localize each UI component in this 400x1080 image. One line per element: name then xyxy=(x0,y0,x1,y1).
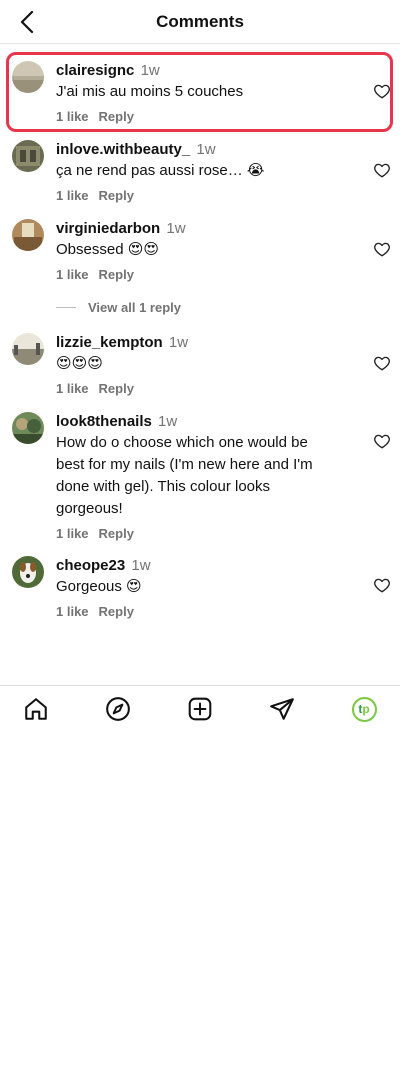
comment-text: ça ne rend pas aussi rose… 😭 xyxy=(56,162,265,179)
heart-icon[interactable] xyxy=(373,82,391,100)
avatar[interactable] xyxy=(12,556,44,588)
comment-time: 1w xyxy=(166,220,186,237)
divider xyxy=(56,306,76,308)
heart-icon[interactable] xyxy=(373,240,391,258)
reply-button[interactable]: Reply xyxy=(99,526,134,541)
profile-initial-p: p xyxy=(362,702,370,716)
reply-button[interactable]: Reply xyxy=(99,267,134,282)
profile-avatar: tp xyxy=(351,696,377,722)
home-icon xyxy=(25,698,47,720)
page-title: Comments xyxy=(156,12,244,31)
bottom-nav: tp xyxy=(0,685,400,731)
reply-button[interactable]: Reply xyxy=(99,109,134,124)
likes-count[interactable]: 1 like xyxy=(56,109,89,124)
comment-username[interactable]: lizzie_kempton xyxy=(56,334,163,351)
comment-time: 1w xyxy=(131,557,151,574)
avatar[interactable] xyxy=(12,219,44,251)
comment-time: 1w xyxy=(196,141,216,158)
avatar[interactable] xyxy=(12,333,44,365)
heart-icon[interactable] xyxy=(373,576,391,594)
likes-count[interactable]: 1 like xyxy=(56,526,89,541)
comment-time: 1w xyxy=(140,62,160,79)
comment-text: Obsessed 😍😍 xyxy=(56,241,159,258)
comment-username[interactable]: virginiedarbon xyxy=(56,220,160,237)
new-post-icon xyxy=(188,697,212,721)
nav-new-post[interactable] xyxy=(186,695,214,723)
comment-time: 1w xyxy=(158,413,178,430)
reply-button[interactable]: Reply xyxy=(99,604,134,619)
likes-count[interactable]: 1 like xyxy=(56,267,89,282)
reply-button[interactable]: Reply xyxy=(99,381,134,396)
nav-profile[interactable]: tp xyxy=(350,695,378,723)
heart-icon[interactable] xyxy=(373,161,391,179)
heart-icon[interactable] xyxy=(373,432,391,450)
comment-time: 1w xyxy=(168,334,189,351)
comment-username[interactable]: inlove.withbeauty_ xyxy=(56,141,190,158)
nav-home[interactable] xyxy=(22,695,50,723)
nav-explore[interactable] xyxy=(104,695,132,723)
view-replies-button[interactable]: View all 1 reply xyxy=(88,300,181,315)
comment-username[interactable]: cheope23 xyxy=(56,557,125,574)
nav-share[interactable] xyxy=(268,695,296,723)
comment-username[interactable]: look8thenails xyxy=(56,413,152,430)
avatar[interactable] xyxy=(12,61,44,93)
comment-username[interactable]: clairesignc xyxy=(56,62,134,79)
reply-button[interactable]: Reply xyxy=(99,188,134,203)
likes-count[interactable]: 1 like xyxy=(56,381,89,396)
comment-text: How do o choose which one would be best … xyxy=(56,434,313,517)
top-bar: Comments xyxy=(0,0,400,44)
avatar[interactable] xyxy=(12,140,44,172)
explore-icon xyxy=(106,697,130,721)
view-replies: View all 1 reply xyxy=(56,299,181,315)
comment-text: 😍😍😍 xyxy=(56,355,103,372)
comment-text: Gorgeous 😍 xyxy=(56,578,142,595)
heart-icon[interactable] xyxy=(373,354,391,372)
likes-count[interactable]: 1 like xyxy=(56,604,89,619)
paper-plane-icon xyxy=(270,698,294,720)
likes-count[interactable]: 1 like xyxy=(56,188,89,203)
comment-text: J'ai mis au moins 5 couches xyxy=(56,83,244,100)
avatar[interactable] xyxy=(12,412,44,444)
